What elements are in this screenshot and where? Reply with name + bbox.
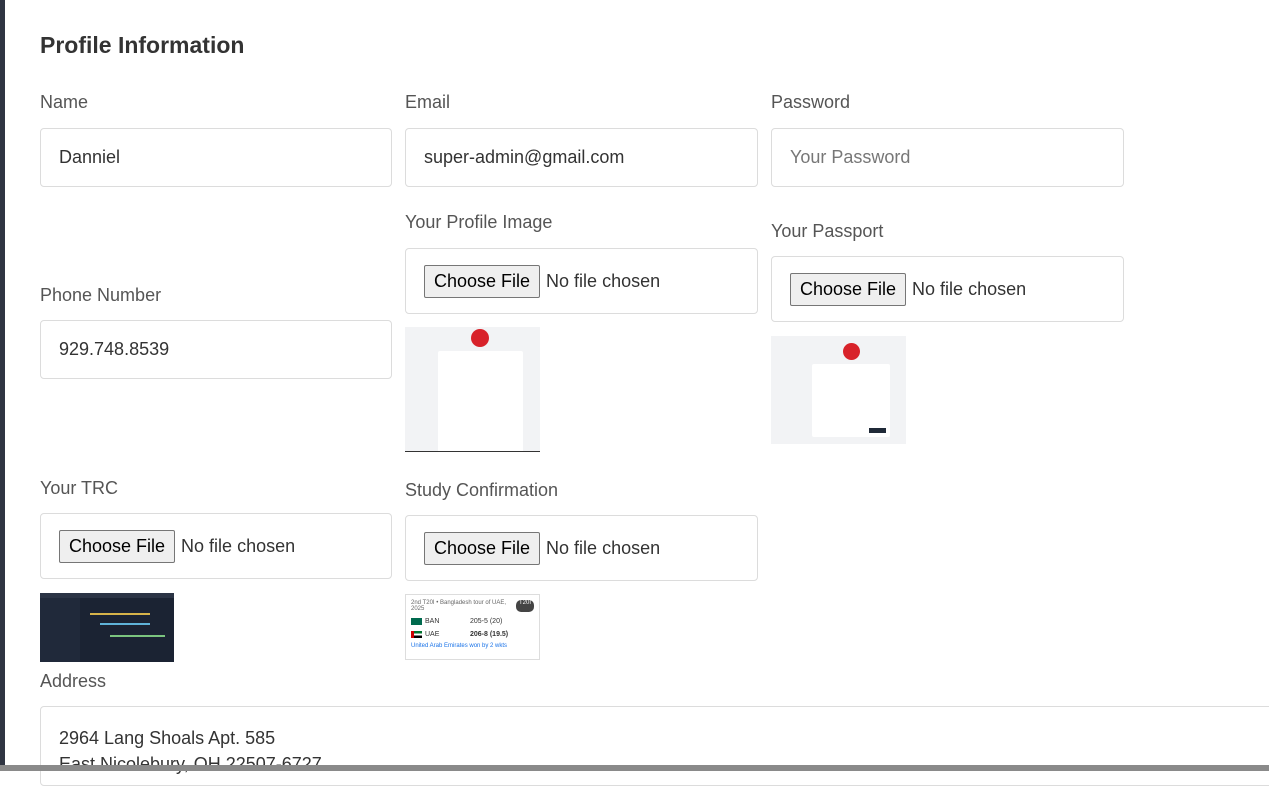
score2: 206-8 (19.5) [470,631,509,638]
choose-file-button[interactable]: Choose File [424,264,541,298]
phone-label: Phone Number [40,285,162,305]
logo-icon [471,329,489,347]
profile-image-input[interactable]: Choose File No file chosen [405,248,758,314]
choose-file-button[interactable]: Choose File [790,272,907,306]
logo-icon [843,343,860,360]
password-input[interactable]: Your Password [771,128,1124,187]
profile-image-preview [405,327,540,452]
bangladesh-flag-icon [411,618,422,625]
study-label: Study Confirmation [405,480,559,500]
sidebar-edge [0,0,5,771]
name-input[interactable]: Danniel [40,128,392,187]
address-line1: 2964 Lang Shoals Apt. 585 [59,728,276,748]
match-badge: T20I [515,600,534,612]
score1: 205-5 (20) [470,618,503,625]
profile-image-label: Your Profile Image [405,212,553,232]
trc-input[interactable]: Choose File No file chosen [40,513,392,579]
file-status: No file chosen [181,535,296,556]
file-status: No file chosen [546,537,661,558]
uae-flag-icon [411,631,422,638]
email-input[interactable]: super-admin@gmail.com [405,128,758,187]
page-title: Profile Information [40,32,245,58]
file-status: No file chosen [912,278,1027,299]
horizontal-scrollbar[interactable] [0,765,1269,771]
choose-file-button[interactable]: Choose File [59,529,176,563]
passport-preview [771,336,906,444]
phone-input[interactable]: 929.748.8539 [40,320,392,379]
study-input[interactable]: Choose File No file chosen [405,515,758,581]
match-header: 2nd T20I • Bangladesh tour of UAE, 2025 [411,600,507,612]
choose-file-button[interactable]: Choose File [424,531,541,565]
trc-preview [40,593,174,662]
passport-label: Your Passport [771,221,884,241]
email-label: Email [405,92,451,112]
password-label: Password [771,92,851,112]
match-result: United Arab Emirates won by 2 wkts [411,643,508,649]
address-label: Address [40,671,107,691]
team1: BAN [425,618,440,625]
file-status: No file chosen [546,270,661,291]
team2: UAE [425,631,440,638]
trc-label: Your TRC [40,478,119,498]
study-preview: 2nd T20I • Bangladesh tour of UAE, 2025 T… [405,594,540,660]
name-label: Name [40,92,89,112]
address-line2: East Nicolebury, OH 22507-6727 [59,754,322,774]
address-textarea[interactable]: 2964 Lang Shoals Apt. 585 East Nicolebury… [40,706,1269,786]
passport-input[interactable]: Choose File No file chosen [771,256,1124,322]
